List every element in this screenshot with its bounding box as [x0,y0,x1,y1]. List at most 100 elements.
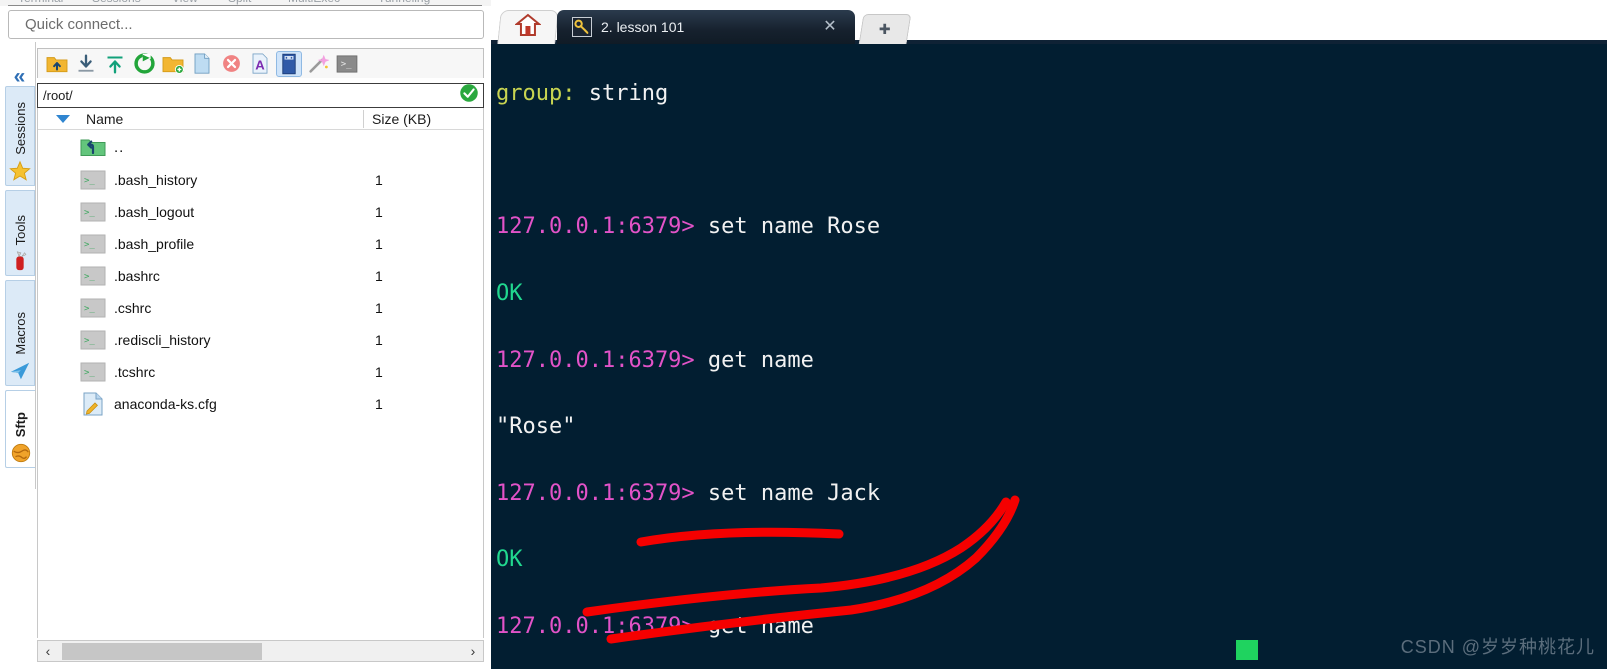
new-file-icon[interactable] [189,51,215,77]
script-file-icon: >_ [80,265,106,287]
terminal-line: "Rose" [496,410,1607,443]
svg-text:>_: >_ [84,304,95,314]
script-file-icon: >_ [80,169,106,191]
sidebar-item-macros[interactable]: Macros [5,280,35,386]
sidebar-item-sessions[interactable]: Sessions [5,86,35,186]
column-header-size[interactable]: Size (KB) [372,111,431,127]
key-icon [571,16,593,38]
tab-session-lesson-101[interactable]: 2. lesson 101 ✕ [557,10,855,44]
sort-descending-icon[interactable] [56,115,70,123]
file-name: anaconda-ks.cfg [114,396,217,412]
file-size: 1 [375,236,383,252]
table-row[interactable]: >_ .cshrc 1 [38,292,483,324]
table-row[interactable]: .. [38,130,483,164]
menu-item-0[interactable]: Terminal [18,0,63,5]
scroll-left-arrow-icon[interactable]: ‹ [38,643,58,659]
file-name: .rediscli_history [114,332,211,348]
new-tab-button[interactable]: ✚ [858,14,912,44]
parent-folder-icon [80,136,106,158]
prompt: 127.0.0.1:6379> [496,214,695,240]
table-row[interactable]: >_ .bash_logout 1 [38,196,483,228]
go-up-folder-icon[interactable] [44,51,70,77]
menu-item-2[interactable]: View [172,0,198,5]
script-file-icon: >_ [80,201,106,223]
svg-text:>_: >_ [84,176,95,186]
file-list-header: Name Size (KB) [38,108,483,130]
file-list-horizontal-scrollbar[interactable]: ‹ › [37,640,484,662]
file-name: .bash_logout [114,204,195,220]
menu-item-3[interactable]: Split [228,0,251,5]
star-icon [8,159,32,183]
path-status-ok-icon [459,83,479,108]
quick-connect-input[interactable]: Quick connect... [8,10,484,39]
command: get name [694,347,814,373]
magic-wand-icon[interactable] [305,51,331,77]
binary-mode-icon[interactable] [276,50,302,77]
activity-bar: « Sessions Tools Macros Sftp [0,42,36,489]
table-row[interactable]: >_ .bashrc 1 [38,260,483,292]
menu-item-1[interactable]: Sessions [92,0,141,5]
terminal-line: 127.0.0.1:6379> set name Rose [496,210,1607,243]
scrollbar-thumb[interactable] [62,643,262,660]
prompt: 127.0.0.1:6379> [496,480,695,506]
column-header-name[interactable]: Name [86,111,123,127]
upload-icon[interactable] [102,51,128,77]
delete-icon[interactable] [218,51,244,77]
file-size: 1 [375,332,383,348]
file-size: 1 [375,300,383,316]
svg-text:>_: >_ [84,272,95,282]
terminal-output[interactable]: group: string 127.0.0.1:6379> set name R… [491,44,1607,669]
svg-text:A: A [255,58,265,73]
command: get name [694,614,814,640]
refresh-icon[interactable] [131,51,157,77]
paper-plane-icon [8,359,32,383]
open-terminal-icon[interactable]: >_ [334,51,360,77]
close-icon[interactable]: ✕ [821,18,839,36]
menu-item-5[interactable]: Tunneling [378,0,430,5]
table-row[interactable]: >_ .bash_history 1 [38,164,483,196]
tab-home[interactable] [497,10,559,44]
svg-text:>_: >_ [84,368,95,378]
terminal-line: group: string [496,77,1607,110]
remote-path-value: /root/ [43,88,73,103]
file-list: Name Size (KB) .. >_ .bash_history 1 >_ … [37,108,484,638]
quick-connect-placeholder: Quick connect... [25,16,133,33]
file-size: 1 [375,268,383,284]
home-icon [514,13,542,42]
new-folder-icon[interactable] [160,51,186,77]
sidebar-item-tools[interactable]: Tools [5,190,35,276]
table-row[interactable]: anaconda-ks.cfg 1 [38,388,483,420]
text-mode-icon[interactable]: A [247,51,273,77]
group-value: string [575,81,669,107]
swiss-knife-icon [8,249,32,273]
table-row[interactable]: >_ .bash_profile 1 [38,228,483,260]
terminal-line: OK [496,543,1607,576]
table-row[interactable]: >_ .rediscli_history 1 [38,324,483,356]
sidebar-item-sessions-label: Sessions [12,102,28,155]
terminal-line: 127.0.0.1:6379> set name Jack [496,477,1607,510]
command: set name Rose [694,214,881,240]
sftp-toolbar: A >_ [37,48,484,78]
config-file-icon [80,392,106,416]
remote-path-bar[interactable]: /root/ [37,83,484,108]
file-name: .. [114,138,125,156]
table-row[interactable]: >_ .tcshrc 1 [38,356,483,388]
sidebar-item-sftp[interactable]: Sftp [5,390,35,468]
download-icon[interactable] [73,51,99,77]
file-size: 1 [375,204,383,220]
script-file-icon: >_ [80,297,106,319]
command: set name Jack [694,480,881,506]
svg-text:>_: >_ [84,208,95,218]
script-file-icon: >_ [80,233,106,255]
file-name: .bash_profile [114,236,195,252]
menu-item-4[interactable]: MultiExec [288,0,340,5]
group-key: group: [496,81,576,107]
globe-icon [9,441,33,465]
file-name: .bash_history [114,172,198,188]
maobaxterm-window: Terminal Sessions View Split MultiExec T… [0,0,1607,669]
scroll-right-arrow-icon[interactable]: › [463,643,483,659]
reply-status: OK [496,547,523,573]
terminal-text: group: string 127.0.0.1:6379> set name R… [496,44,1607,669]
file-size: 1 [375,172,383,188]
